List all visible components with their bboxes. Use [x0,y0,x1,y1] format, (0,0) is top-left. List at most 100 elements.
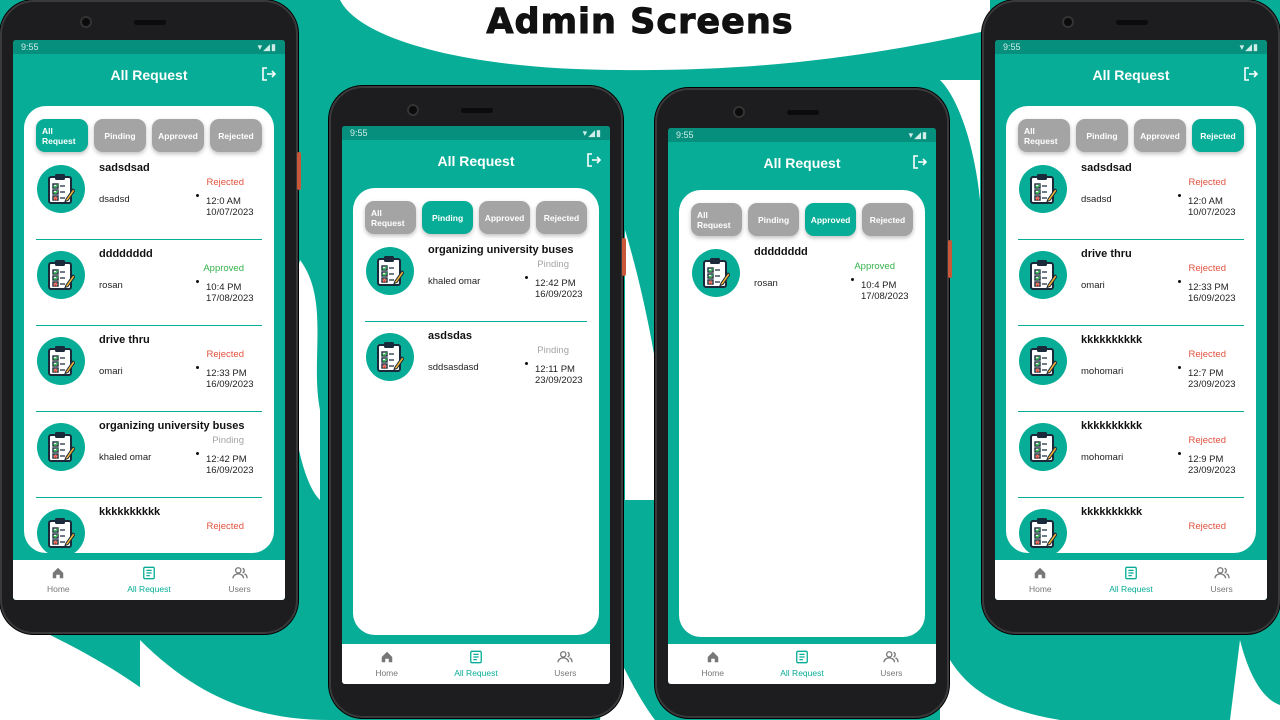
bottom-nav: Home All Request Users [668,644,936,684]
request-icon [142,566,156,584]
nav-item-all-request[interactable]: All Request [1101,566,1161,594]
request-time: 12:0 AM [206,196,241,207]
request-item[interactable]: kkkkkkkkkk Rejected [1018,498,1244,553]
nav-item-all-request[interactable]: All Request [446,650,506,678]
nav-item-users[interactable]: Users [1192,566,1252,594]
nav-label: Home [701,668,724,678]
nav-item-home[interactable]: Home [683,650,743,678]
request-user: rosan [754,278,778,289]
request-item[interactable]: kkkkkkkkkk Rejected [36,498,262,553]
speaker [1116,20,1148,25]
bottom-nav: Home All Request Users [342,644,610,684]
bullet-dot [196,280,199,283]
nav-item-users[interactable]: Users [210,566,270,594]
request-item[interactable]: dddddddd Approved rosan 10:4 PM 17/08/2023 [691,238,913,324]
filter-chip-2[interactable]: Approved [1134,119,1186,152]
filter-chip-0[interactable]: All Request [365,201,417,234]
bullet-dot [1178,366,1181,369]
nav-item-all-request[interactable]: All Request [119,566,179,594]
request-item[interactable]: dddddddd Approved rosan 10:4 PM 17/08/2023 [36,240,262,326]
app-header: All Request [995,54,1267,96]
request-status: Rejected [1188,263,1227,274]
nav-label: Home [1028,584,1052,594]
filter-chip-3[interactable]: Rejected [862,203,913,236]
filter-chip-2[interactable]: Approved [805,203,857,236]
status-bar: 9:55 ▾◢▮ [13,40,285,54]
request-item[interactable]: organizing university buses Pinding khaled… [36,412,262,498]
filter-chip-2[interactable]: Approved [479,201,531,234]
request-title: drive thru [99,334,150,346]
status-bar: 9:55 ▾◢▮ [995,40,1267,54]
request-title: asdsdas [428,330,473,342]
request-item[interactable]: drive thru Rejected omari 12:33 PM 16/09/202… [36,326,262,412]
request-time: 12:9 PM [1188,454,1224,465]
request-date: 17/08/2023 [206,293,254,304]
request-date: 10/07/2023 [206,207,254,218]
clipboard-icon [37,509,85,553]
request-status: Pinding [537,259,569,270]
nav-item-home[interactable]: Home [1010,566,1070,594]
front-camera [407,104,419,116]
front-camera [733,106,745,118]
clipboard-icon [37,423,85,471]
nav-item-users[interactable]: Users [861,650,921,678]
phone-pending: 9:55 ▾◢▮ All Request All Request Pinding Appr… [329,86,626,718]
filter-chip-1[interactable]: Pinding [1076,119,1128,152]
request-item[interactable]: organizing university buses Pinding khaled… [365,236,587,322]
nav-item-home[interactable]: Home [28,566,88,594]
request-item[interactable]: drive thru Rejected omari 12:33 PM 16/09/202… [1018,240,1244,326]
request-title: kkkkkkkkkk [1081,420,1143,432]
nav-item-users[interactable]: Users [535,650,595,678]
request-date: 16/09/2023 [206,379,254,390]
request-datetime: 10:4 PM 17/08/2023 [206,282,254,304]
logout-icon[interactable] [912,154,928,170]
header-title: All Request [763,155,841,171]
request-title: dddddddd [754,246,808,258]
request-time: 12:7 PM [1188,368,1224,379]
request-datetime: 12:0 AM 10/07/2023 [1188,196,1236,218]
clipboard-icon [37,251,85,299]
logout-icon[interactable] [1243,66,1259,82]
app-header: All Request [668,142,936,184]
users-icon [1213,566,1230,584]
request-list: sadsdsad Rejected dsadsd 12:0 AM 10/07/2023 d… [1006,154,1256,553]
nav-label: All Request [127,584,171,594]
filter-chips: All Request Pinding Approved Rejected [353,188,599,234]
filter-chip-3[interactable]: Rejected [210,119,262,152]
app-header: All Request [13,54,285,96]
logout-icon[interactable] [261,66,277,82]
nav-item-all-request[interactable]: All Request [772,650,832,678]
request-list: sadsdsad Rejected dsadsd 12:0 AM 10/07/2023 d… [24,154,274,553]
filter-chip-2[interactable]: Approved [152,119,204,152]
nav-label: Users [880,668,903,678]
request-item[interactable]: asdsdas Pinding sddsasdasd 12:11 PM 23/09/20… [365,322,587,408]
request-datetime: 12:33 PM 16/09/2023 [206,368,254,390]
filter-chip-0[interactable]: All Request [36,119,88,152]
request-item[interactable]: sadsdsad Rejected dsadsd 12:0 AM 10/07/2023 [36,154,262,240]
phone-approved: 9:55 ▾◢▮ All Request All Request Pinding Appr… [655,88,952,718]
users-icon [231,566,248,584]
filter-chip-1[interactable]: Pinding [748,203,800,236]
requests-card: All Request Pinding Approved Rejected sadsds… [1006,106,1256,553]
filter-chip-0[interactable]: All Request [1018,119,1070,152]
logout-icon[interactable] [586,152,602,168]
request-time: 12:33 PM [1188,282,1229,293]
request-time: 12:42 PM [535,278,576,289]
request-datetime: 12:7 PM 23/09/2023 [1188,368,1236,390]
filter-chip-1[interactable]: Pinding [94,119,146,152]
clipboard-icon [1019,509,1067,553]
status-bar: 9:55 ▾◢▮ [668,128,936,142]
filter-chip-3[interactable]: Rejected [1192,119,1244,152]
front-camera [80,16,92,28]
nav-item-home[interactable]: Home [357,650,417,678]
request-item[interactable]: kkkkkkkkkk Rejected mohomari 12:7 PM 23/09/2… [1018,326,1244,412]
bullet-dot [196,366,199,369]
request-icon [1124,566,1138,584]
filter-chip-3[interactable]: Rejected [536,201,587,234]
nav-label: All Request [780,668,824,678]
request-list: dddddddd Approved rosan 10:4 PM 17/08/2023 [679,238,925,324]
filter-chip-0[interactable]: All Request [691,203,743,236]
request-item[interactable]: kkkkkkkkkk Rejected mohomari 12:9 PM 23/09/2… [1018,412,1244,498]
filter-chip-1[interactable]: Pinding [422,201,474,234]
request-item[interactable]: sadsdsad Rejected dsadsd 12:0 AM 10/07/2023 [1018,154,1244,240]
